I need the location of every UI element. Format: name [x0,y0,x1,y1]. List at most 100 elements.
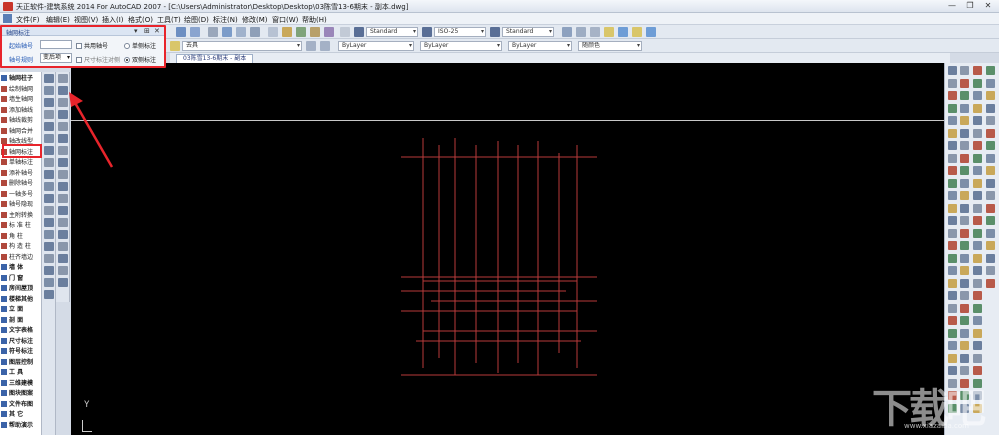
right-tool-icon[interactable] [948,103,957,113]
linetype-select[interactable]: ByLayer [420,41,502,51]
start-axis-input[interactable] [40,40,72,49]
right-tool-icon[interactable] [973,91,982,100]
left-menu-item-9[interactable]: 添补轴号 [1,169,41,178]
right-tool-icon[interactable] [960,353,969,363]
right-tool-icon[interactable] [948,66,957,75]
right-tool-icon[interactable] [973,366,982,375]
right-tool-icon[interactable] [973,103,982,113]
right-tool-icon[interactable] [948,353,957,363]
right-tool-icon[interactable] [948,366,957,375]
left-menu-item-28[interactable]: 工 具 [1,368,41,377]
layer-states-icon[interactable] [576,27,586,37]
left-menu-item-24[interactable]: 文字表格 [1,326,41,335]
right-tool-icon[interactable] [986,103,995,113]
right-tool-icon[interactable] [973,166,982,175]
left-menu-item-19[interactable]: 门 窗 [1,274,41,283]
ellipse-arc-icon[interactable] [44,194,54,203]
double-side-radio-dot[interactable] [124,57,130,63]
markup-icon[interactable] [324,27,334,37]
right-tool-icon[interactable] [960,103,969,113]
right-tool-icon[interactable] [973,116,982,125]
right-tool-icon[interactable] [948,216,957,225]
right-tool-icon[interactable] [960,341,969,350]
right-tool-icon[interactable] [960,191,969,200]
dialog-close-button[interactable]: ✕ [154,27,160,35]
right-tool-icon[interactable] [973,278,982,288]
spline-icon[interactable] [44,170,54,179]
region-icon[interactable] [44,266,54,275]
right-tool-icon[interactable] [960,278,969,288]
left-menu-item-32[interactable]: 其 它 [1,410,41,419]
left-menu-item-11[interactable]: 一轴多号 [1,190,41,199]
right-tool-icon[interactable] [948,266,957,275]
restore-button[interactable]: ❐ [962,1,978,11]
left-menu-item-16[interactable]: 构 造 柱 [1,242,41,251]
right-tool-icon[interactable] [986,266,995,275]
right-tool-icon[interactable] [973,153,982,163]
menu-format[interactable]: 格式(O) [128,15,153,25]
left-menu-item-0[interactable]: 轴网柱子 [1,74,41,83]
design-center-icon[interactable] [282,27,292,37]
right-tool-icon[interactable] [960,141,969,150]
fillet-icon[interactable] [58,242,68,251]
left-menu-item-4[interactable]: 轴线裁剪 [1,116,41,125]
right-tool-icon[interactable] [948,116,957,125]
right-tool-icon[interactable] [960,366,969,375]
color-select[interactable]: ByLayer [338,41,414,51]
arc-icon[interactable] [44,134,54,143]
menu-modify[interactable]: 修改(M) [242,15,268,25]
left-menu-item-20[interactable]: 房间屋顶 [1,284,41,293]
right-tool-icon[interactable] [960,316,969,325]
right-tool-icon[interactable] [973,328,982,338]
dim-style-icon[interactable] [422,27,432,37]
plot-style-select[interactable]: 随颜色 [578,41,642,51]
polyline-icon[interactable] [44,98,54,107]
left-menu-item-30[interactable]: 图块图案 [1,389,41,398]
double-side-radio[interactable]: 双侧标注 [124,55,156,64]
left-menu-item-27[interactable]: 图层控制 [1,358,41,367]
right-tool-icon[interactable] [986,253,995,263]
right-tool-icon[interactable] [986,78,995,88]
menu-help[interactable]: 帮助(H) [302,15,327,25]
right-tool-icon[interactable] [973,178,982,188]
right-tool-icon[interactable] [948,278,957,288]
menu-view[interactable]: 视图(V) [74,15,98,25]
right-tool-icon[interactable] [986,216,995,225]
properties-icon[interactable] [268,27,278,37]
right-tool-icon[interactable] [960,203,969,213]
right-tool-icon[interactable] [948,228,957,238]
right-tool-icon[interactable] [960,66,969,75]
left-menu-item-13[interactable]: 主附转换 [1,211,41,220]
right-tool-icon[interactable] [948,128,957,138]
menu-edit[interactable]: 编辑(E) [46,15,70,25]
menu-tools[interactable]: 工具(T) [157,15,181,25]
multiline-text-icon[interactable] [44,290,54,299]
left-menu-item-29[interactable]: 三维建模 [1,379,41,388]
left-menu-item-22[interactable]: 立 面 [1,305,41,314]
right-tool-icon[interactable] [973,341,982,350]
table-icon[interactable] [44,278,54,287]
circle-icon[interactable] [44,146,54,155]
dim-style-select[interactable]: ISO-25 [434,27,486,37]
right-tool-icon[interactable] [973,303,982,313]
right-tool-icon[interactable] [973,291,982,300]
right-tool-icon[interactable] [986,178,995,188]
right-tool-icon[interactable] [948,153,957,163]
right-tool-icon[interactable] [973,66,982,75]
layer-previous-icon[interactable] [590,27,600,37]
right-tool-icon[interactable] [960,91,969,100]
workspace-icon[interactable] [562,27,572,37]
right-tool-icon[interactable] [986,128,995,138]
minimize-button[interactable]: — [944,1,960,11]
right-tool-icon[interactable] [986,203,995,213]
polygon-icon[interactable] [44,110,54,119]
left-menu-item-31[interactable]: 文件布图 [1,400,41,409]
text-style-select[interactable]: Standard [366,27,418,37]
table-style-select[interactable]: Standard [502,27,554,37]
left-menu-item-33[interactable]: 帮助演示 [1,421,41,430]
extend-icon[interactable] [58,194,68,203]
right-tool-icon[interactable] [973,316,982,325]
right-tool-icon[interactable] [973,253,982,263]
left-menu-item-26[interactable]: 符号标注 [1,347,41,356]
point-icon[interactable] [44,230,54,239]
